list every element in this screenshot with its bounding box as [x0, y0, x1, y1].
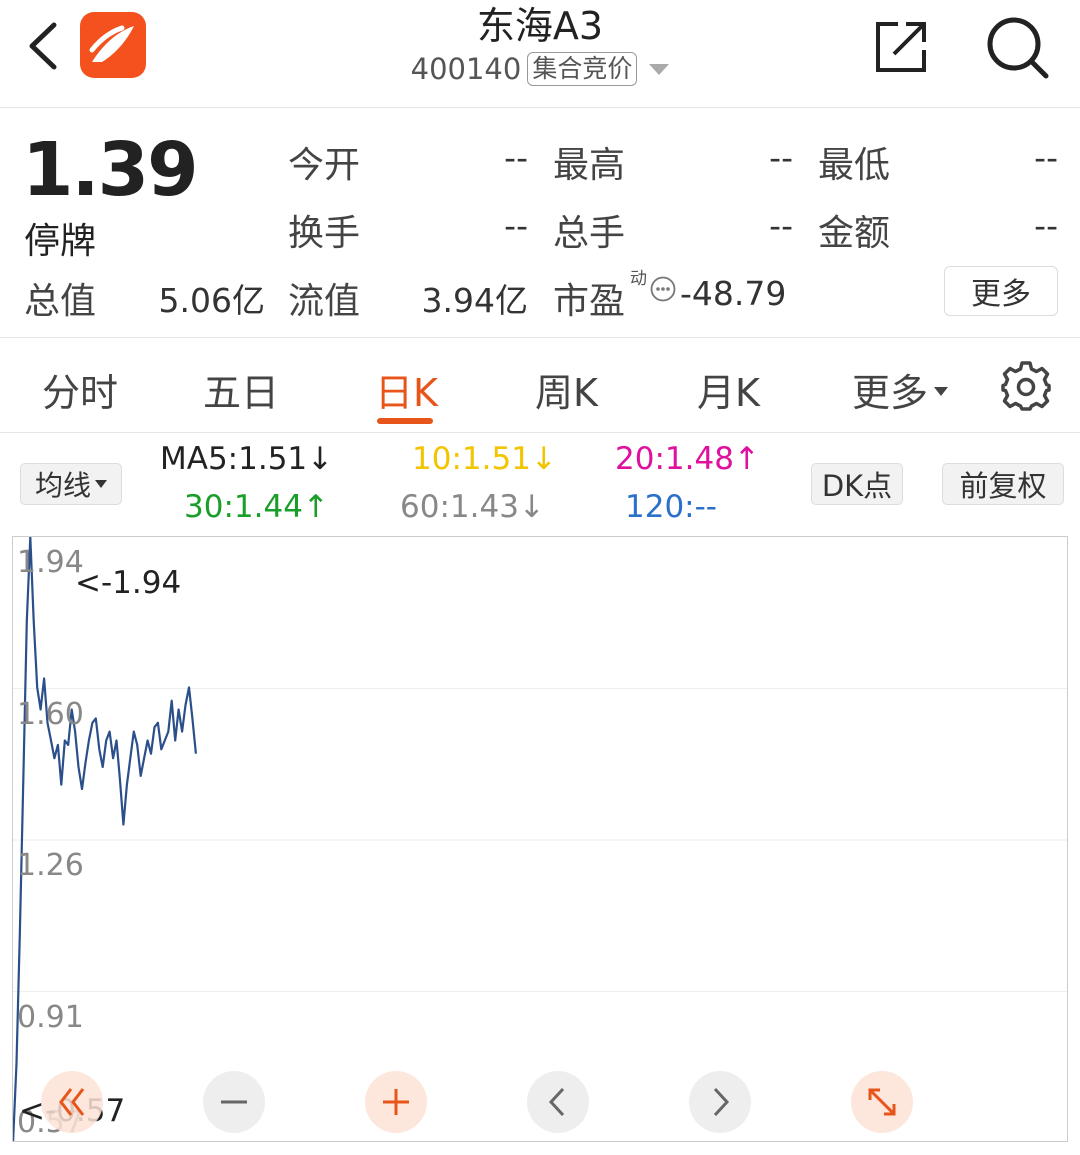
- price-chart-svg: [13, 537, 1067, 1141]
- search-icon: [987, 17, 1049, 79]
- gear-icon: [1001, 361, 1051, 411]
- amount-label: 金额: [818, 213, 891, 254]
- chart-period-tabs: 分时 五日 日K 周K 月K 更多: [0, 338, 1080, 433]
- pe-value: -48.79: [680, 274, 787, 313]
- app-logo[interactable]: [80, 12, 146, 78]
- tab-more-label: 更多: [852, 371, 929, 415]
- y-tick-label: 1.94: [17, 545, 84, 580]
- search-button[interactable]: [984, 14, 1050, 80]
- back-button[interactable]: [18, 18, 68, 74]
- tab-more[interactable]: 更多: [852, 362, 949, 417]
- moving-average-bar: 均线 MA5:1.51↓ 10:1.51↓ 20:1.48↑ 30:1.44↑ …: [0, 433, 1080, 535]
- ma-selector-label: 均线: [34, 469, 91, 502]
- scroll-left-button[interactable]: [527, 1071, 589, 1133]
- float-value: 3.94亿: [421, 281, 528, 320]
- chart-settings-button[interactable]: [1000, 360, 1052, 412]
- ma5-value: MA5:1.51↓: [160, 441, 334, 477]
- turnover-label: 换手: [288, 213, 361, 254]
- y-tick-label: 0.91: [17, 999, 84, 1035]
- open-value: --: [504, 138, 528, 177]
- tab-weekly-k[interactable]: 周K: [535, 362, 598, 417]
- caret-down-icon: [95, 480, 107, 488]
- kline-chart[interactable]: 1.941.601.260.910.57 <-1.94 <-0.57: [12, 536, 1068, 1142]
- more-info-icon[interactable]: [650, 276, 676, 302]
- open-label: 今开: [288, 145, 361, 186]
- total-value-label: 总值: [24, 281, 97, 322]
- zoom-in-button[interactable]: [365, 1071, 427, 1133]
- quote-panel: 1.39 停牌 今开 -- 最高 -- 最低 -- 换手 -- 总手 -- 金额…: [0, 108, 1080, 338]
- zoom-out-button[interactable]: [203, 1071, 265, 1133]
- chevron-right-icon: [713, 1087, 730, 1117]
- volume-value: --: [769, 206, 793, 245]
- double-chevron-left-icon: [59, 1088, 85, 1116]
- price-adjust-button[interactable]: 前复权: [942, 463, 1064, 505]
- fullscreen-button[interactable]: [851, 1071, 913, 1133]
- y-tick-label: 1.60: [17, 696, 84, 732]
- chevron-left-icon: [29, 22, 57, 70]
- tab-five-day[interactable]: 五日: [203, 362, 279, 417]
- high-label: 最高: [553, 145, 626, 186]
- more-quote-button[interactable]: 更多: [944, 266, 1058, 316]
- caret-down-icon: [934, 387, 949, 396]
- ma-selector[interactable]: 均线: [20, 463, 122, 505]
- ma10-value: 10:1.51↓: [412, 441, 557, 477]
- low-value: --: [1034, 138, 1058, 177]
- dropdown-caret-icon[interactable]: [649, 63, 670, 75]
- stock-code: 400140: [410, 52, 522, 86]
- tab-daily-k[interactable]: 日K: [375, 362, 438, 417]
- dk-point-button[interactable]: DK点: [811, 463, 903, 505]
- logo-icon: [89, 25, 136, 68]
- ma20-value: 20:1.48↑: [615, 441, 760, 477]
- turnover-value: --: [504, 206, 528, 245]
- ma30-value: 30:1.44↑: [184, 489, 329, 525]
- trading-status: 停牌: [24, 221, 97, 262]
- current-price: 1.39: [22, 127, 199, 213]
- stock-name: 东海A3: [476, 4, 604, 48]
- ma120-value: 120:--: [625, 489, 717, 525]
- auction-badge: 集合竞价: [527, 52, 638, 86]
- ma60-value: 60:1.43↓: [400, 489, 545, 525]
- active-tab-indicator: [377, 418, 433, 424]
- plus-icon: [383, 1089, 409, 1115]
- stock-title: 东海A3 400140 集合竞价: [340, 2, 740, 86]
- tab-monthly-k[interactable]: 月K: [697, 362, 760, 417]
- pe-label: 市盈: [553, 281, 626, 322]
- chevron-left-icon: [548, 1087, 565, 1117]
- share-button[interactable]: [872, 16, 932, 76]
- scroll-to-start-button[interactable]: [41, 1071, 103, 1133]
- amount-value: --: [1034, 206, 1058, 245]
- share-external-icon: [876, 22, 926, 72]
- top-bar: 东海A3 400140 集合竞价: [0, 0, 1080, 108]
- pe-dynamic-sup: 动: [630, 269, 647, 289]
- float-value-label: 流值: [288, 281, 361, 322]
- volume-label: 总手: [553, 213, 626, 254]
- expand-icon: [868, 1088, 896, 1116]
- max-price-marker: <-1.94: [75, 565, 182, 601]
- low-label: 最低: [818, 145, 891, 186]
- y-tick-label: 1.26: [17, 848, 84, 883]
- total-value: 5.06亿: [158, 281, 265, 320]
- scroll-right-button[interactable]: [689, 1071, 751, 1133]
- high-value: --: [769, 138, 793, 177]
- minus-icon: [221, 1100, 247, 1104]
- tab-intraday[interactable]: 分时: [42, 362, 118, 417]
- stock-code-row[interactable]: 400140 集合竞价: [340, 52, 740, 86]
